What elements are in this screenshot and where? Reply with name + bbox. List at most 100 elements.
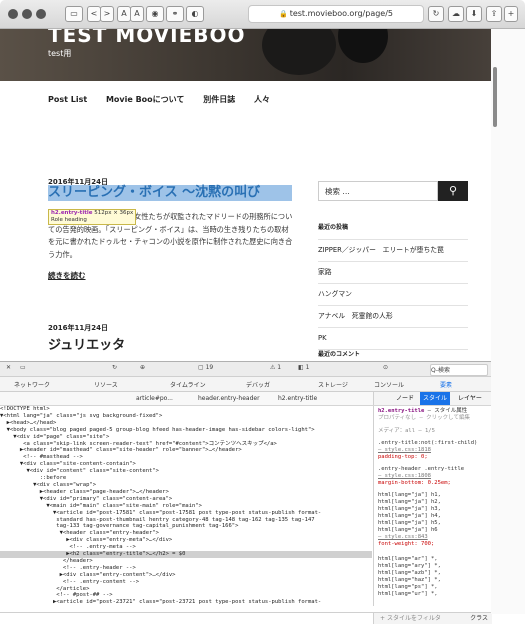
dom-line[interactable]: tag-133 tag-governance tag-capital_punis…: [0, 523, 372, 530]
dom-line[interactable]: ▶<div class="entry-content">…</div>: [0, 572, 372, 579]
tab-console[interactable]: コンソール: [374, 380, 404, 389]
tab-storage[interactable]: ストレージ: [318, 380, 348, 389]
back-button[interactable]: <: [87, 6, 101, 22]
dom-line[interactable]: ▼<div class="wrap">: [0, 482, 372, 489]
dock-icon[interactable]: ▭: [20, 364, 26, 371]
post-title[interactable]: スリーピング・ボイス ～沈黙の叫び: [48, 185, 292, 201]
reader-icon[interactable]: ◉: [146, 6, 164, 22]
style-rule[interactable]: .entry-title:not(:first-child) — style.c…: [378, 440, 490, 461]
search-input[interactable]: 検索 …: [318, 181, 438, 201]
dom-line[interactable]: <!-- .entry-header -->: [0, 565, 372, 572]
dom-line[interactable]: <a class="skip-link screen-reader-text" …: [0, 441, 372, 448]
search-button[interactable]: ⚲: [438, 181, 468, 201]
forward-button[interactable]: >: [100, 6, 114, 22]
shield-icon[interactable]: ◐: [186, 6, 204, 22]
scrollbar-thumb[interactable]: [493, 67, 497, 127]
dom-line[interactable]: ▼<main id="main" class="site-main" role=…: [0, 503, 372, 510]
dom-line[interactable]: <!DOCTYPE html>: [0, 406, 372, 413]
post-title[interactable]: ジュリエッタ: [48, 334, 125, 353]
download-icon[interactable]: ⬇: [466, 6, 482, 22]
dom-line[interactable]: <!-- #masthead -->: [0, 454, 372, 461]
close-icon[interactable]: ✕: [6, 364, 11, 371]
address-bar[interactable]: 🔒 test.movieboo.org/page/5: [248, 5, 424, 23]
dom-line[interactable]: ▼<div class="site-content-contain">: [0, 461, 372, 468]
dom-line[interactable]: ▶<head>…</head>: [0, 420, 372, 427]
nav-item-post-list[interactable]: Post List: [48, 95, 87, 104]
tab-debugger[interactable]: デバッガ: [246, 380, 270, 389]
download-icon[interactable]: ⊕: [140, 364, 145, 371]
style-selector: .entry-header .entry-title: [378, 466, 465, 472]
dom-line[interactable]: ▼<div id="page" class="site">: [0, 434, 372, 441]
tab-resources[interactable]: リソース: [94, 380, 118, 389]
inspector-search-input[interactable]: Q-検索: [430, 364, 488, 376]
style-rule[interactable]: h2.entry-title — スタイル属性 プロパティなし — クリックして…: [378, 408, 490, 422]
breadcrumb-item[interactable]: h2.entry-title: [278, 392, 317, 405]
reload-icon[interactable]: ↻: [112, 364, 117, 371]
share-icon[interactable]: ⇪: [486, 6, 502, 22]
dom-line[interactable]: ::before: [0, 475, 372, 482]
sidebar-toggle-icon[interactable]: ▭: [65, 6, 83, 22]
recent-post-item[interactable]: PK: [318, 328, 468, 350]
dom-line[interactable]: <!-- .entry-content -->: [0, 579, 372, 586]
tab-timeline[interactable]: タイムライン: [170, 380, 206, 389]
dom-line[interactable]: standard has-post-thumbnail hentry categ…: [0, 517, 372, 524]
link-icon[interactable]: ⚭: [166, 6, 184, 22]
tab-node[interactable]: ノード: [396, 392, 414, 405]
recent-post-item[interactable]: ZIPPER／ジッパー エリートが堕ちた罠: [318, 239, 468, 262]
read-more-link[interactable]: 続きを読む: [48, 270, 86, 281]
close-window-button[interactable]: [8, 9, 18, 19]
inspector-scrollbar[interactable]: [491, 361, 525, 614]
dom-line[interactable]: ▼<html lang="ja" class="js svg backgroun…: [0, 413, 372, 420]
dom-line[interactable]: ▶<article id="post-23721" class="post-23…: [0, 599, 372, 606]
nav-item-journal[interactable]: 別件日誌: [203, 95, 235, 104]
header-image-object: [338, 29, 388, 63]
page-scrollbar[interactable]: [491, 29, 525, 361]
tab-elements[interactable]: 要素: [440, 380, 452, 389]
zoom-window-button[interactable]: [36, 9, 46, 19]
text-smaller-button[interactable]: A: [117, 6, 131, 22]
target-icon[interactable]: ⊙: [383, 364, 388, 371]
tooltip-selector: h2.entry-title: [51, 210, 93, 216]
breadcrumb-item[interactable]: article#po...: [136, 392, 173, 405]
dom-line[interactable]: ▶<h2 class="entry-title">…</h2> = $0: [0, 551, 372, 558]
site-title[interactable]: TEST MOVIEBOO: [48, 29, 246, 47]
dom-line[interactable]: ▼<div id="content" class="site-content">: [0, 468, 372, 475]
add-rule-icon[interactable]: +: [380, 615, 385, 622]
dom-line[interactable]: ▶<div class="entry-meta">…</div>: [0, 537, 372, 544]
tab-styles[interactable]: スタイル: [420, 392, 451, 405]
style-declaration[interactable]: font-weight: 700;: [378, 541, 434, 547]
tab-network[interactable]: ネットワーク: [14, 380, 50, 389]
dom-line[interactable]: ▶<header id="masthead" class="site-heade…: [0, 447, 372, 454]
nav-item-about[interactable]: Movie Booについて: [106, 95, 184, 104]
dom-line[interactable]: </header>: [0, 558, 372, 565]
style-source-link[interactable]: — style.css:1818: [378, 447, 431, 453]
dom-line[interactable]: ▼<article id="post-17581" class="post-17…: [0, 510, 372, 517]
dom-line[interactable]: <!-- #post-## -->: [0, 592, 372, 599]
dom-line[interactable]: ▼<header class="entry-header">: [0, 530, 372, 537]
style-rule[interactable]: html[lang="ja"] h1, html[lang="ja"] h2, …: [378, 492, 490, 548]
dom-line[interactable]: ▼<body class="blog paged paged-5 group-b…: [0, 427, 372, 434]
nav-item-people[interactable]: 人々: [254, 95, 270, 104]
style-declaration[interactable]: margin-bottom: 0.25em;: [378, 480, 451, 486]
tab-layers[interactable]: レイヤー: [458, 392, 482, 405]
style-rule[interactable]: .entry-header .entry-title — style.css:1…: [378, 466, 490, 487]
reload-icon[interactable]: ↻: [428, 6, 444, 22]
new-tab-button[interactable]: +: [504, 6, 518, 22]
text-larger-button[interactable]: A: [130, 6, 144, 22]
minimize-window-button[interactable]: [22, 9, 32, 19]
style-filter-placeholder: スタイルをフィルタ: [386, 615, 441, 622]
dom-line[interactable]: <!-- .entry-meta -->: [0, 544, 372, 551]
cloud-icon[interactable]: ☁: [448, 6, 464, 22]
style-declaration[interactable]: padding-top: 0;: [378, 454, 428, 460]
recent-post-item[interactable]: ハングマン: [318, 284, 468, 306]
dom-tree[interactable]: <!DOCTYPE html> ▼<html lang="ja" class="j…: [0, 406, 372, 606]
breadcrumb-item[interactable]: header.entry-header: [198, 392, 260, 405]
dom-line[interactable]: ▶<header class="page-header">…</header>: [0, 489, 372, 496]
recent-post-item[interactable]: 家路: [318, 262, 468, 284]
style-rule[interactable]: html[lang="ar"] *, html[lang="ary"] *, h…: [378, 556, 490, 598]
recent-post-item[interactable]: アナベル 死霊館の人形: [318, 306, 468, 328]
dom-line[interactable]: </article>: [0, 586, 372, 593]
style-source-link[interactable]: — style.css:843: [378, 534, 428, 540]
dom-line[interactable]: ▼<div id="primary" class="content-area">: [0, 496, 372, 503]
style-source-link[interactable]: — style.css:1808: [378, 473, 431, 479]
